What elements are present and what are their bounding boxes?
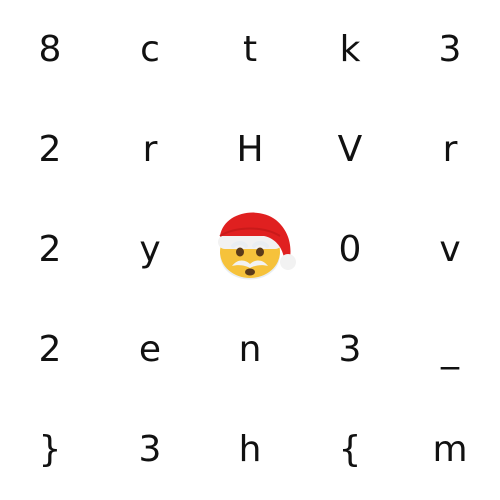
grid-cell-r2-c3: 0 <box>338 229 362 270</box>
grid-cell-r1-c2: H <box>236 129 264 170</box>
grid-cell-r0-c3: k <box>339 29 361 70</box>
grid-cell-r2-c0: 2 <box>38 229 62 270</box>
grid-cell-r2-c4: v <box>439 229 461 270</box>
grid-cell-r1-c4: r <box>442 129 458 170</box>
grid-cell-r1-c0: 2 <box>38 129 62 170</box>
grid-cell-r4-c3: { <box>338 429 362 470</box>
grid-cell-r0-c0: 8 <box>38 29 62 70</box>
grid-cell-r3-c2: n <box>238 329 262 370</box>
santa-claus-icon <box>200 200 300 300</box>
grid-cell-r4-c0: } <box>38 429 62 470</box>
grid-cell-r4-c2: h <box>238 429 262 470</box>
grid-cell-r1-c1: r <box>142 129 158 170</box>
grid-cell-r0-c4: 3 <box>438 29 462 70</box>
grid-cell-r3-c3: 3 <box>338 329 362 370</box>
grid-cell-r4-c4: m <box>432 429 468 470</box>
grid-cell-r4-c1: 3 <box>138 429 162 470</box>
grid-cell-r3-c0: 2 <box>38 329 62 370</box>
grid-cell-r0-c1: c <box>140 29 160 70</box>
character-grid: 8 c t k 3 2 r H V r 2 y 0 v 2 e n 3 _} … <box>0 0 500 500</box>
grid-cell-r2-c1: y <box>139 229 161 270</box>
grid-cell-r3-c4: _ <box>441 329 459 370</box>
grid-cell-r3-c1: e <box>138 329 162 370</box>
grid-cell-r0-c2: t <box>242 29 258 70</box>
grid-cell-r1-c3: V <box>337 129 363 170</box>
